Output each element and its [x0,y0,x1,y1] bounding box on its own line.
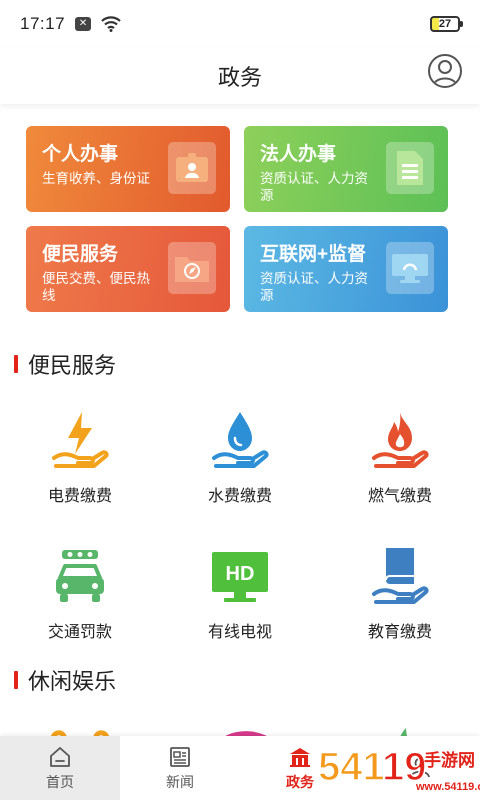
notification-icon: ✕ [75,17,92,31]
watermark-url: www.54119.cn [415,781,480,793]
section-title-text: 便民服务 [28,353,117,378]
service-label: 水费缴费 [207,488,272,505]
service-education[interactable]: 教育缴费 [320,538,480,674]
water-drop-hand-icon [212,412,269,468]
lightning-hand-icon [52,412,109,468]
section-title-text: 休闲娱乐 [28,669,117,694]
card-legal-affairs[interactable]: 法人办事 资质认证、人力资源 [244,126,448,212]
tab-label: 首页 [46,773,74,790]
section-marker [14,355,18,373]
tab-label: 新闻 [166,773,194,790]
book-hand-icon [372,548,429,604]
flame-hand-icon [372,412,429,468]
section-title-leisure: 休闲娱乐 [14,664,116,696]
home-icon [50,746,70,767]
card-personal-affairs[interactable]: 个人办事 生育收养、身份证 [26,126,230,212]
service-label: 交通罚款 [47,624,112,641]
service-cable-tv[interactable]: HD 有线电视 [160,538,320,674]
monitor-icon [386,242,434,294]
tab-news[interactable]: 新闻 [120,736,240,800]
card-subtitle: 资质认证、人力资源 [260,271,368,303]
service-water[interactable]: 水费缴费 [160,402,320,538]
service-traffic-fine[interactable]: 交通罚款 [0,538,160,674]
government-icon [290,747,310,767]
news-icon [170,746,190,767]
watermark-logo: 541 19 手游网 www.54119.cn [317,744,480,793]
svg-text:HD: HD [226,563,255,585]
watermark-number: 541 [318,745,385,789]
car-icon [56,550,104,602]
tab-home[interactable]: 首页 [0,736,120,800]
card-internet-supervision[interactable]: 互联网+监督 资质认证、人力资源 [244,226,448,312]
user-icon [432,60,458,86]
section-marker [14,671,18,689]
user-avatar-button[interactable] [428,54,462,88]
document-icon [386,142,434,194]
service-label: 教育缴费 [367,624,432,641]
watermark-text: 手游网 [424,750,475,771]
page-title: 政务 [217,65,262,90]
service-label: 电费缴费 [47,488,112,505]
service-label: 燃气缴费 [367,488,432,505]
service-gas[interactable]: 燃气缴费 [320,402,480,538]
id-card-icon [168,142,216,194]
service-electricity[interactable]: 电费缴费 [0,402,160,538]
tab-label: 政务 [286,773,314,790]
wifi-icon [101,16,121,32]
hd-tv-icon: HD [212,552,268,602]
card-subtitle: 生育收养、身份证 [42,171,150,186]
quick-cards: 个人办事 生育收养、身份证 法人办事 资质认证、人力资源 便民服务 便民交费、便… [26,126,448,312]
card-subtitle: 资质认证、人力资源 [260,171,368,203]
services-grid: 电费缴费 水费缴费 燃气缴费 交通罚款 HD 有线电视 教育缴费 [0,402,480,674]
card-convenience-services[interactable]: 便民服务 便民交费、便民热线 [26,226,230,312]
section-title-services: 便民服务 [14,348,116,380]
status-time: 17:17 [20,14,66,33]
folder-compass-icon [168,242,216,294]
status-bar: 17:17 ✕ 27 [0,0,480,48]
service-label: 有线电视 [207,624,272,641]
title-bar: 政务 [0,48,480,104]
card-subtitle: 便民交费、便民热线 [42,271,150,303]
battery-indicator: 27 [430,16,463,32]
